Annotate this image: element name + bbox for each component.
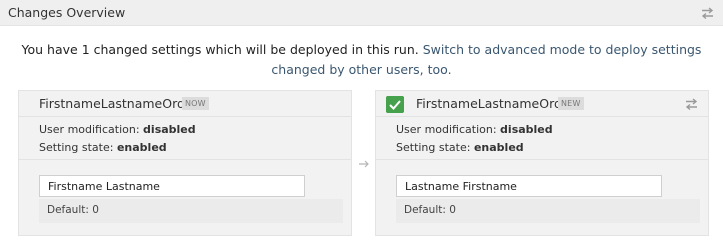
current-value-field: Firstname Lastname [39,175,305,197]
setting-state-value: enabled [473,141,524,154]
intro-message: You have 1 changed settings which will b… [6,40,717,80]
divider [19,159,351,160]
new-setting-panel: FirstnameLastnameOrder NEW User modifica… [375,90,709,236]
new-setting-name: FirstnameLastnameOrder [416,96,575,111]
current-setting-header: FirstnameLastnameOrder NOW [19,91,351,117]
now-badge: NOW [182,97,209,110]
new-default-row: Default: 0 [396,199,700,223]
checkmark-icon[interactable] [386,96,404,113]
swap-arrows-icon[interactable] [685,97,698,111]
current-default-row: Default: 0 [39,199,343,223]
divider [376,159,708,160]
new-value-field: Lastname Firstname [396,175,662,197]
changes-overview-page: Changes Overview You have 1 changed sett… [0,0,723,247]
new-setting-state: Setting state: enabled [396,141,524,154]
current-default-text: Default: 0 [47,204,99,216]
setting-state-value: enabled [116,141,167,154]
new-badge: NEW [558,97,584,110]
setting-state-label: Setting state: [396,141,471,154]
section-title: Changes Overview [8,5,126,20]
current-value-text: Firstname Lastname [48,180,160,193]
user-modification-label: User modification: [39,123,140,136]
current-user-modification: User modification: disabled [39,123,196,136]
swap-arrows-icon[interactable] [701,6,714,20]
current-setting-state: Setting state: enabled [39,141,167,154]
section-header: Changes Overview [0,0,723,26]
intro-text: You have 1 changed settings which will b… [21,42,419,57]
user-modification-value: disabled [143,123,196,136]
new-default-text: Default: 0 [404,204,456,216]
user-modification-value: disabled [500,123,553,136]
new-setting-header: FirstnameLastnameOrder NEW [376,91,708,117]
current-setting-name: FirstnameLastnameOrder [39,96,198,111]
setting-state-label: Setting state: [39,141,114,154]
current-setting-panel: FirstnameLastnameOrder NOW User modifica… [18,90,352,236]
new-user-modification: User modification: disabled [396,123,553,136]
arrow-right-icon [359,160,369,168]
new-value-text: Lastname Firstname [405,180,517,193]
user-modification-label: User modification: [396,123,497,136]
